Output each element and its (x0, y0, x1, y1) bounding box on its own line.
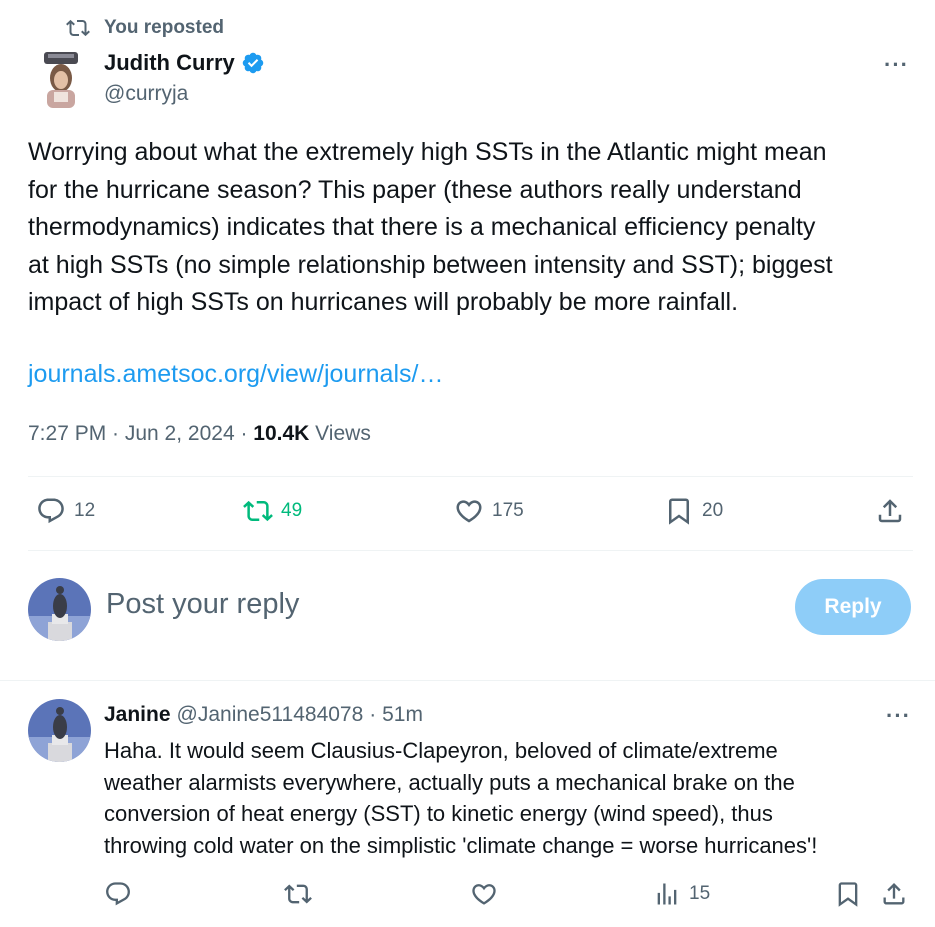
tweet-meta: 7:27 PM · Jun 2, 2024 · 10.4K Views (28, 422, 371, 446)
tweet-action-bar: 12 49 175 20 (28, 496, 913, 536)
like-count: 175 (492, 500, 524, 521)
reply-text: Haha. It would seem Clausius-Clapeyron, … (104, 738, 818, 858)
reply-time[interactable]: · 51m (369, 703, 423, 727)
repost-action[interactable]: 49 (243, 496, 302, 526)
share-icon (883, 883, 905, 905)
reply-action-bar: 15 (100, 880, 920, 916)
tweet-text: Worrying about what the extremely high S… (28, 138, 833, 316)
divider-mid (28, 550, 913, 551)
reply-more-options-icon[interactable]: ··· (886, 703, 911, 729)
reply-header: Janine @Janine511484078 · 51m (104, 703, 423, 727)
repost-icon (284, 884, 312, 904)
reply-button[interactable]: Reply (795, 579, 911, 635)
author-name[interactable]: Judith Curry (104, 50, 235, 76)
reply-reply-action[interactable] (104, 880, 132, 908)
like-icon (472, 884, 496, 905)
repost-banner: You reposted (66, 16, 224, 40)
reply-author-handle[interactable]: @Janine511484078 (177, 703, 364, 727)
reply-author-avatar[interactable] (28, 699, 91, 762)
author-handle[interactable]: @curryja (104, 82, 188, 106)
reply-share-action[interactable] (880, 880, 908, 908)
analytics-icon (657, 883, 677, 905)
author-name-row[interactable]: Judith Curry (104, 50, 265, 76)
tweet-timestamp[interactable]: 7:27 PM · Jun 2, 2024 · (28, 422, 253, 445)
views-label: Views (309, 422, 371, 445)
bookmark-action[interactable]: 20 (664, 496, 723, 526)
views-count: 10.4K (253, 422, 310, 445)
divider-top (28, 476, 913, 477)
verified-badge-icon (242, 52, 264, 74)
more-options-icon[interactable]: ··· (884, 52, 909, 78)
reply-input[interactable]: Post your reply (106, 588, 299, 621)
author-avatar[interactable] (40, 50, 82, 108)
reply-bookmark-action[interactable] (834, 880, 862, 908)
bookmark-icon (838, 882, 858, 907)
reply-icon (106, 882, 130, 906)
bookmark-icon (669, 498, 689, 525)
reply-author-name[interactable]: Janine (104, 703, 171, 727)
repost-icon (66, 19, 90, 37)
like-icon (456, 500, 482, 523)
reply-icon (38, 498, 64, 524)
reply-views-count: 15 (689, 883, 711, 904)
reply-count: 12 (74, 500, 96, 521)
reply-like-action[interactable] (470, 880, 498, 908)
repost-banner-label: You reposted (104, 17, 224, 38)
tweet-link[interactable]: journals.ametsoc.org/view/journals/… (28, 360, 443, 389)
divider-thick (0, 680, 935, 681)
like-action[interactable]: 175 (454, 496, 524, 526)
reply-action[interactable]: 12 (36, 496, 95, 526)
reply-repost-action[interactable] (284, 880, 312, 908)
bookmark-count: 20 (702, 500, 724, 521)
my-avatar[interactable] (28, 578, 91, 641)
repost-icon (243, 500, 273, 522)
share-action[interactable] (875, 496, 905, 526)
reply-views-action[interactable]: 15 (653, 880, 710, 908)
repost-count: 49 (281, 500, 303, 521)
share-icon (878, 499, 902, 523)
